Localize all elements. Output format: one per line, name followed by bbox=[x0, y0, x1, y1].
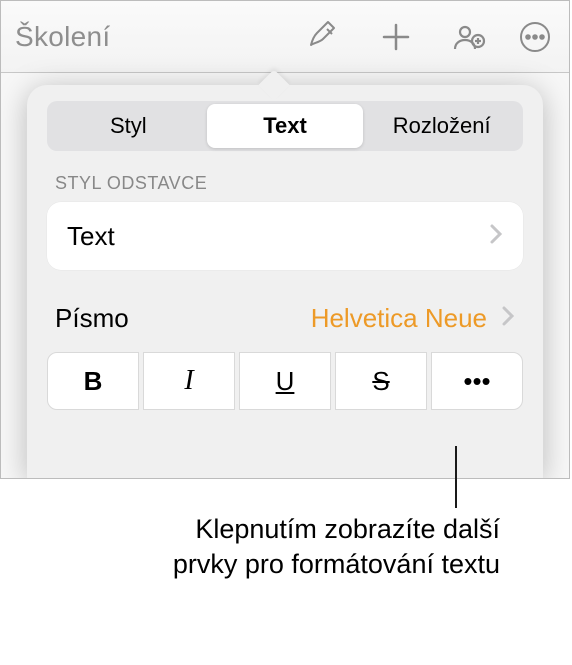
chevron-right-icon bbox=[489, 223, 503, 250]
insert-plus-icon[interactable] bbox=[371, 12, 421, 62]
font-value: Helvetica Neue bbox=[311, 303, 487, 334]
paragraph-style-section-label: STYL ODSTAVCE bbox=[55, 173, 515, 194]
document-title: Školení bbox=[15, 21, 111, 53]
collaborate-icon[interactable] bbox=[443, 12, 493, 62]
font-label: Písmo bbox=[55, 303, 311, 334]
tab-layout[interactable]: Rozložení bbox=[363, 104, 520, 148]
tab-text[interactable]: Text bbox=[207, 104, 364, 148]
more-menu-icon[interactable] bbox=[515, 12, 555, 62]
tab-style[interactable]: Styl bbox=[50, 104, 207, 148]
bold-button[interactable]: B bbox=[47, 352, 139, 410]
font-row[interactable]: Písmo Helvetica Neue bbox=[47, 298, 523, 338]
callout-leader-line bbox=[455, 446, 457, 508]
italic-button[interactable]: I bbox=[143, 352, 235, 410]
format-popover: Styl Text Rozložení STYL ODSTAVCE Text P… bbox=[27, 85, 543, 478]
app-window: Školení bbox=[0, 0, 570, 479]
format-tabs: Styl Text Rozložení bbox=[47, 101, 523, 151]
underline-button[interactable]: U bbox=[239, 352, 331, 410]
toolbar: Školení bbox=[1, 1, 569, 73]
paragraph-style-value: Text bbox=[67, 221, 489, 252]
format-brush-icon[interactable] bbox=[299, 12, 349, 62]
chevron-right-icon bbox=[501, 305, 515, 332]
text-style-buttons: B I U S ••• bbox=[47, 352, 523, 410]
strikethrough-button[interactable]: S bbox=[335, 352, 427, 410]
more-text-options-button[interactable]: ••• bbox=[431, 352, 523, 410]
paragraph-style-row[interactable]: Text bbox=[47, 202, 523, 270]
callout-text: Klepnutím zobrazíte další prvky pro form… bbox=[140, 512, 500, 582]
